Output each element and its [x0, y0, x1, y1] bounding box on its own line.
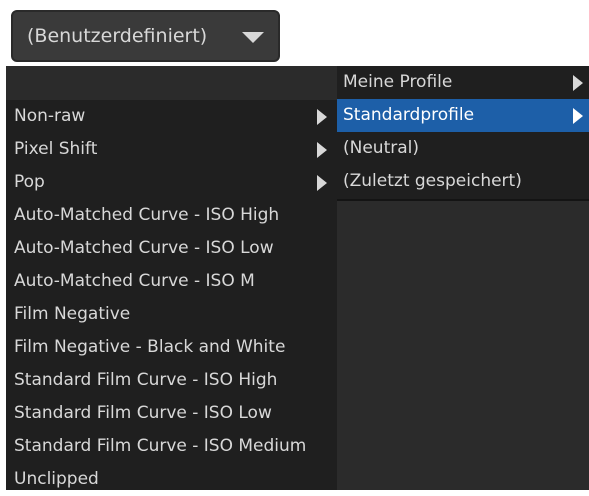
profile-selector-combo[interactable]: (Benutzerdefiniert) — [11, 10, 280, 62]
menu-item-label: (Neutral) — [343, 138, 420, 158]
chevron-right-icon — [573, 108, 583, 124]
menu-item-label: Auto-Matched Curve - ISO Low — [14, 238, 274, 258]
chevron-right-icon — [317, 109, 327, 125]
menu-item-standard-film-curve-iso-medium[interactable]: Standard Film Curve - ISO Medium — [6, 430, 337, 463]
menu-item-standard-film-curve-iso-low[interactable]: Standard Film Curve - ISO Low — [6, 397, 337, 430]
menu-item-label: Pop — [14, 172, 45, 192]
menu-item-pixel-shift[interactable]: Pixel Shift — [6, 133, 337, 166]
menu-item-label: Pixel Shift — [14, 139, 98, 159]
menu-item-label: Standardprofile — [343, 105, 475, 125]
menu-item-meine-profile[interactable]: Meine Profile — [337, 66, 589, 99]
menu-item-label: Standard Film Curve - ISO Low — [14, 403, 272, 423]
chevron-right-icon — [317, 175, 327, 191]
menu-item-standard-film-curve-iso-high[interactable]: Standard Film Curve - ISO High — [6, 364, 337, 397]
menu-item-film-negative[interactable]: Film Negative — [6, 298, 337, 331]
menu-item-label: Standard Film Curve - ISO High — [14, 370, 278, 390]
menu-item-auto-matched-curve-iso-low[interactable]: Auto-Matched Curve - ISO Low — [6, 232, 337, 265]
chevron-right-icon — [317, 142, 327, 158]
menu-item-label: Standard Film Curve - ISO Medium — [14, 436, 307, 456]
menu-item-label: Auto-Matched Curve - ISO High — [14, 205, 280, 225]
menu-item-label: Non-raw — [14, 106, 86, 126]
menu-item-label: Film Negative — [14, 304, 131, 324]
menu-item-label: Film Negative - Black and White — [14, 337, 286, 357]
chevron-down-icon[interactable] — [242, 32, 264, 43]
menu-item-pop[interactable]: Pop — [6, 166, 337, 199]
menu-item-label: Meine Profile — [343, 72, 453, 92]
menu-item-neutral[interactable]: (Neutral) — [337, 132, 589, 165]
profile-selector-value: (Benutzerdefiniert) — [27, 25, 208, 47]
menu-item-non-raw[interactable]: Non-raw — [6, 100, 337, 133]
profile-menu: Meine Profile Standardprofile (Neutral) … — [337, 66, 589, 201]
menu-item-film-negative-black-and-white[interactable]: Film Negative - Black and White — [6, 331, 337, 364]
menu-item-auto-matched-curve-iso-high[interactable]: Auto-Matched Curve - ISO High — [6, 199, 337, 232]
menu-item-standardprofile[interactable]: Standardprofile — [337, 99, 589, 132]
menu-item-auto-matched-curve-iso-m[interactable]: Auto-Matched Curve - ISO M — [6, 265, 337, 298]
menu-item-label: (Zuletzt gespeichert) — [343, 171, 522, 191]
chevron-right-icon — [573, 75, 583, 91]
menu-item-label: Auto-Matched Curve - ISO M — [14, 271, 255, 291]
menu-item-label: Unclipped — [14, 469, 99, 489]
menu-item-zuletzt-gespeichert[interactable]: (Zuletzt gespeichert) — [337, 165, 589, 198]
menu-item-unclipped[interactable]: Unclipped — [6, 463, 337, 496]
standard-profiles-submenu: Non-raw Pixel Shift Pop Auto-Matched Cur… — [6, 100, 337, 490]
